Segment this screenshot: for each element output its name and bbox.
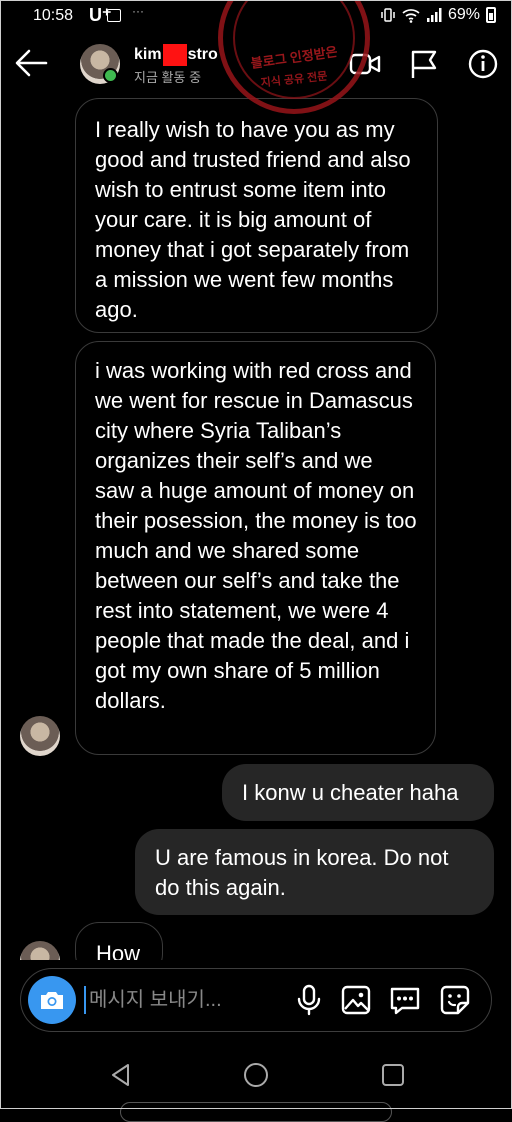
flag-icon[interactable] [408, 49, 440, 79]
gesture-pill [120, 1102, 392, 1122]
status-right: 69% [380, 6, 496, 24]
sender-avatar[interactable] [20, 716, 60, 756]
redaction-box [162, 44, 187, 66]
vibrate-icon [381, 8, 395, 22]
back-arrow-icon[interactable] [14, 48, 48, 78]
info-icon[interactable] [467, 49, 499, 79]
message-received[interactable]: I really wish to have you as my good and… [75, 98, 438, 333]
gallery-icon [107, 9, 121, 22]
sender-avatar[interactable] [20, 941, 60, 960]
nav-recents-icon[interactable] [380, 1062, 406, 1088]
sticker-icon[interactable] [438, 983, 472, 1017]
activity-status: 지금 활동 중 [134, 70, 202, 85]
microphone-icon[interactable] [292, 983, 326, 1017]
more-dots-icon: ··· [132, 4, 144, 18]
status-time: 10:58 [33, 7, 74, 24]
wifi-icon [402, 9, 420, 23]
message-input[interactable] [89, 984, 269, 1016]
gallery-image-icon[interactable] [339, 983, 373, 1017]
battery-percent: 69% [447, 6, 480, 23]
signal-icon [426, 8, 442, 22]
watermark-seal: 블로그 인정받은 지식 공유 전문 [218, 0, 370, 114]
contact-name[interactable]: kim stro [134, 44, 218, 66]
message-clip: How [0, 920, 512, 960]
message-sent[interactable]: I konw u cheater haha [222, 764, 494, 821]
message-received[interactable]: i was working with red cross and we went… [75, 341, 436, 755]
chat-dots-icon[interactable] [388, 983, 422, 1017]
camera-button[interactable] [28, 976, 76, 1024]
message-sent[interactable]: U are famous in korea. Do not do this ag… [135, 829, 494, 915]
camera-icon [41, 992, 63, 1009]
online-indicator [103, 68, 118, 83]
text-caret [84, 986, 86, 1014]
nav-back-icon[interactable] [108, 1062, 134, 1088]
message-received[interactable]: How [75, 922, 163, 960]
battery-icon [486, 7, 496, 23]
message-composer [20, 968, 492, 1032]
system-nav-bar [0, 1040, 512, 1122]
nav-home-icon[interactable] [243, 1062, 269, 1088]
